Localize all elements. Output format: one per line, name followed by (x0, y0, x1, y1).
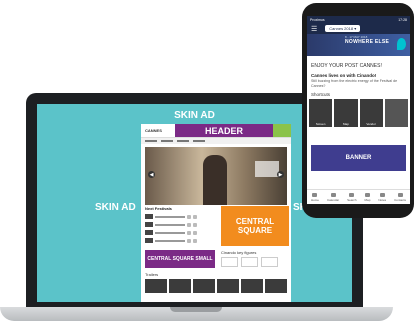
central-square-small-ad[interactable]: CENTRAL SQUARE SMALL (145, 250, 215, 268)
nav-calendar[interactable]: Calendar (327, 192, 339, 202)
next-arrow-icon[interactable]: ▶ (277, 171, 284, 178)
header-accent (273, 124, 291, 137)
location-pin-icon (397, 38, 406, 50)
bottom-nav: Home Calendar Search Map Notes Contacts (307, 189, 410, 204)
event-select[interactable]: Cannes 2018 ▾ (325, 25, 361, 32)
status-bar: Proximus 17:28 (307, 16, 410, 23)
menu-icon[interactable]: ☰ (311, 25, 317, 33)
next-festivals: Next Festivals (145, 206, 215, 246)
hero-caption (255, 161, 279, 177)
site-top-bar: CANNES HEADER (141, 124, 291, 138)
site-nav (141, 138, 291, 144)
phone-screen: Proximus 17:28 ☰ Cannes 2018 ▾ 8 - 17 MA… (307, 16, 410, 204)
shortcut-tile[interactable]: Vendor (359, 99, 383, 127)
enjoy-heading: ENJOY YOUR POST CANNES! (311, 63, 382, 69)
key-figure-box (221, 257, 238, 267)
nav-item[interactable] (177, 140, 189, 142)
trailer-thumbnail[interactable] (169, 279, 191, 293)
nav-item[interactable] (193, 140, 205, 142)
nav-item[interactable] (145, 140, 157, 142)
content-row: Next Festivals CENTRAL SQUARE CENTRAL SQ… (145, 206, 289, 268)
shortcut-tile[interactable]: Map (334, 99, 358, 127)
trailer-thumbnail[interactable] (145, 279, 167, 293)
app-bar: ☰ Cannes 2018 ▾ (307, 23, 410, 34)
laptop-notch (170, 307, 222, 312)
key-figure-box (241, 257, 258, 267)
festival-item[interactable] (145, 238, 215, 243)
banner-title: NOWHERE ELSE (345, 39, 390, 45)
trailers-section: Trailers (145, 272, 287, 293)
nav-contacts[interactable]: Contacts (394, 192, 406, 202)
hero-person-image (203, 155, 227, 205)
next-festivals-title: Next Festivals (145, 206, 172, 211)
trailers-title: Trailers (145, 272, 159, 277)
central-square-ad[interactable]: CENTRAL SQUARE (221, 206, 289, 246)
nav-home[interactable]: Home (311, 192, 319, 202)
hero-image[interactable]: ◀ ▶ (145, 147, 287, 205)
shortcut-tiles: Screen Map Vendor (307, 99, 410, 127)
prev-arrow-icon[interactable]: ◀ (148, 171, 155, 178)
website-preview: CANNES HEADER ◀ ▶ Next Festivals CENTRAL… (141, 124, 291, 302)
shortcut-tile-partial[interactable] (384, 99, 408, 127)
nav-map[interactable]: Map (365, 192, 370, 202)
shortcut-tile[interactable]: Screen (309, 99, 333, 127)
trailer-thumbnail[interactable] (217, 279, 239, 293)
trailer-thumbnail[interactable] (265, 279, 287, 293)
nav-item[interactable] (161, 140, 173, 142)
festival-item[interactable] (145, 230, 215, 235)
key-figures: Cinando key figures (221, 250, 289, 268)
nav-notes[interactable]: Notes (378, 192, 386, 202)
event-banner[interactable]: 8 - 17 MAY 2018 NOWHERE ELSE (307, 34, 410, 56)
key-figure-box (261, 257, 278, 267)
live-title[interactable]: Cannes lives on with Cinando! (311, 73, 406, 78)
key-figures-title: Cinando key figures (221, 250, 257, 255)
trailer-thumbnail[interactable] (241, 279, 263, 293)
festival-item[interactable] (145, 222, 215, 227)
festival-item[interactable] (145, 214, 215, 219)
shortcuts-heading: Shortcuts (311, 92, 331, 97)
clock: 17:28 (398, 17, 407, 22)
banner-ad[interactable]: BANNER (311, 145, 406, 171)
live-description: Still buzzing from the electric energy o… (311, 79, 398, 88)
trailer-thumbnail[interactable] (193, 279, 215, 293)
carrier: Proximus (310, 17, 325, 22)
header-ad[interactable]: HEADER (175, 124, 273, 137)
skin-ad-left[interactable]: SKIN AD (95, 202, 136, 213)
nav-search[interactable]: Search (347, 192, 357, 202)
event-select-value: Cannes 2018 (329, 26, 354, 31)
site-logo[interactable]: CANNES (141, 128, 175, 133)
